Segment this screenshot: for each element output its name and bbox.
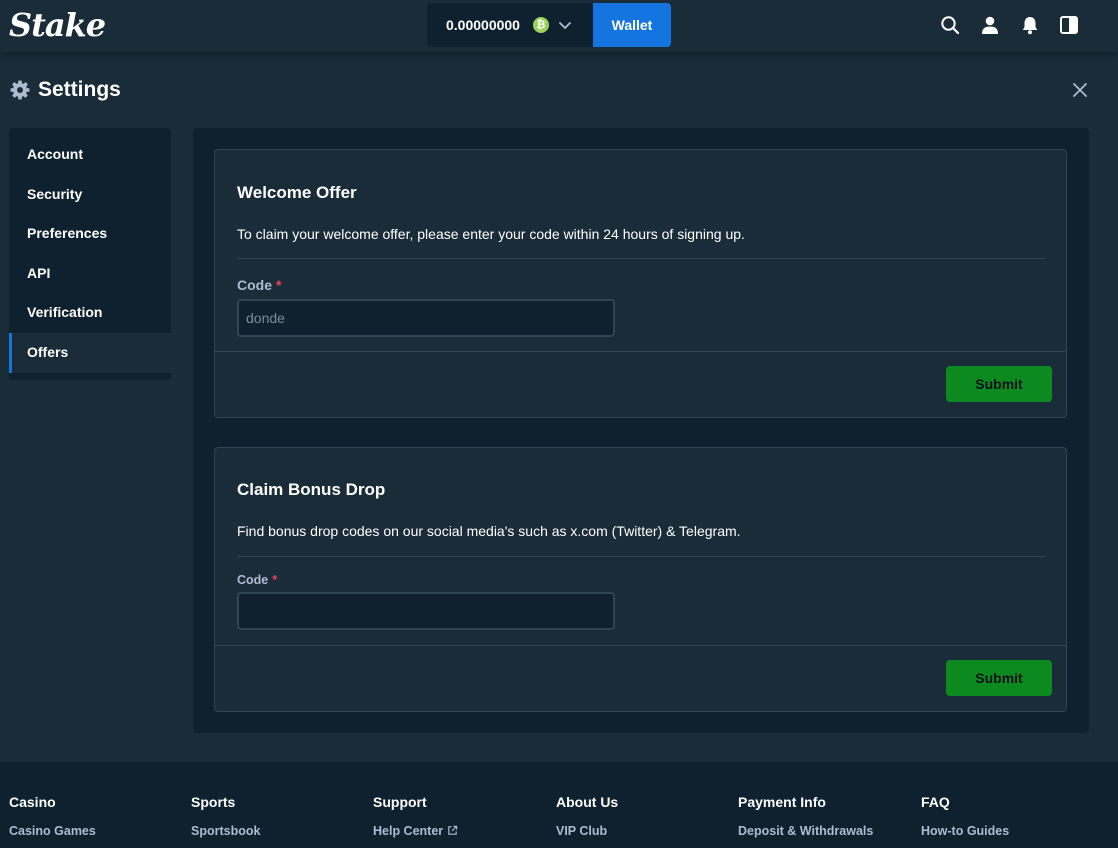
balance-selector[interactable]: 0.00000000 ₿ — [427, 3, 593, 47]
sidebar-item-preferences[interactable]: Preferences — [9, 214, 171, 254]
divider — [237, 556, 1045, 557]
footer-heading: About Us — [556, 794, 619, 810]
footer-heading: Support — [373, 794, 427, 810]
bonus-drop-description: Find bonus drop codes on our social medi… — [237, 523, 741, 539]
user-icon[interactable] — [980, 15, 1000, 35]
required-mark: * — [276, 277, 282, 293]
site-footer: Casino Casino Games Sports Sportsbook Su… — [0, 762, 1118, 848]
gear-icon — [10, 80, 30, 100]
footer-column-casino: Casino Casino Games — [9, 794, 96, 838]
footer-link[interactable]: Casino Games — [9, 824, 96, 838]
footer-link[interactable]: Sportsbook — [191, 824, 260, 838]
balance-amount: 0.00000000 — [446, 17, 520, 33]
wallet-button[interactable]: Wallet — [593, 3, 671, 47]
code-label-text: Code — [237, 277, 272, 293]
welcome-offer-description: To claim your welcome offer, please ente… — [237, 226, 745, 242]
welcome-offer-title: Welcome Offer — [237, 183, 357, 202]
top-bar: Stake 0.00000000 ₿ Wallet — [0, 0, 1118, 52]
sidebar-toggle-icon[interactable] — [1059, 15, 1079, 35]
footer-link[interactable]: VIP Club — [556, 824, 618, 838]
sidebar-item-api[interactable]: API — [9, 254, 171, 294]
bonus-submit-button[interactable]: Submit — [946, 660, 1052, 696]
footer-link[interactable]: Deposit & Withdrawals — [738, 824, 873, 838]
bonus-drop-card: Claim Bonus Drop Find bonus drop codes o… — [214, 447, 1067, 712]
footer-column-payment: Payment Info Deposit & Withdrawals — [738, 794, 873, 838]
required-mark: * — [272, 573, 278, 587]
footer-heading: Payment Info — [738, 794, 826, 810]
bonus-code-input[interactable] — [237, 592, 615, 630]
offers-panel: Welcome Offer To claim your welcome offe… — [193, 128, 1089, 733]
card-footer-divider — [215, 351, 1066, 352]
settings-sidebar: Account Security Preferences API Verific… — [9, 128, 171, 380]
footer-column-about: About Us VIP Club — [556, 794, 618, 838]
footer-link-help-center[interactable]: Help Center — [373, 824, 458, 838]
footer-heading: Sports — [191, 794, 236, 810]
welcome-submit-button[interactable]: Submit — [946, 366, 1052, 402]
footer-link-text: Help Center — [373, 824, 444, 838]
welcome-code-input[interactable] — [237, 299, 615, 337]
bitcoin-icon: ₿ — [533, 17, 549, 33]
code-label-text: Code — [237, 573, 269, 587]
card-footer-divider — [215, 645, 1066, 646]
chevron-down-icon — [559, 22, 571, 30]
bell-icon[interactable] — [1020, 15, 1040, 35]
footer-column-support: Support Help Center — [373, 794, 458, 838]
sidebar-item-account[interactable]: Account — [9, 135, 171, 175]
footer-heading: FAQ — [921, 794, 950, 810]
external-link-icon — [448, 825, 458, 835]
footer-heading: Casino — [9, 794, 56, 810]
footer-column-sports: Sports Sportsbook — [191, 794, 260, 838]
sidebar-item-security[interactable]: Security — [9, 175, 171, 215]
welcome-code-label: Code * — [237, 277, 281, 293]
footer-column-faq: FAQ How-to Guides — [921, 794, 1009, 838]
page-title: Settings — [38, 78, 121, 101]
sidebar-item-verification[interactable]: Verification — [9, 293, 171, 333]
bonus-code-label: Code * — [237, 573, 277, 587]
bonus-drop-title: Claim Bonus Drop — [237, 480, 386, 499]
footer-link[interactable]: How-to Guides — [921, 824, 1009, 838]
divider — [237, 258, 1045, 259]
stake-logo[interactable]: Stake — [9, 6, 106, 44]
search-icon[interactable] — [940, 15, 960, 35]
sidebar-item-offers[interactable]: Offers — [9, 332, 171, 373]
close-icon[interactable] — [1071, 81, 1089, 99]
welcome-offer-card: Welcome Offer To claim your welcome offe… — [214, 149, 1067, 418]
